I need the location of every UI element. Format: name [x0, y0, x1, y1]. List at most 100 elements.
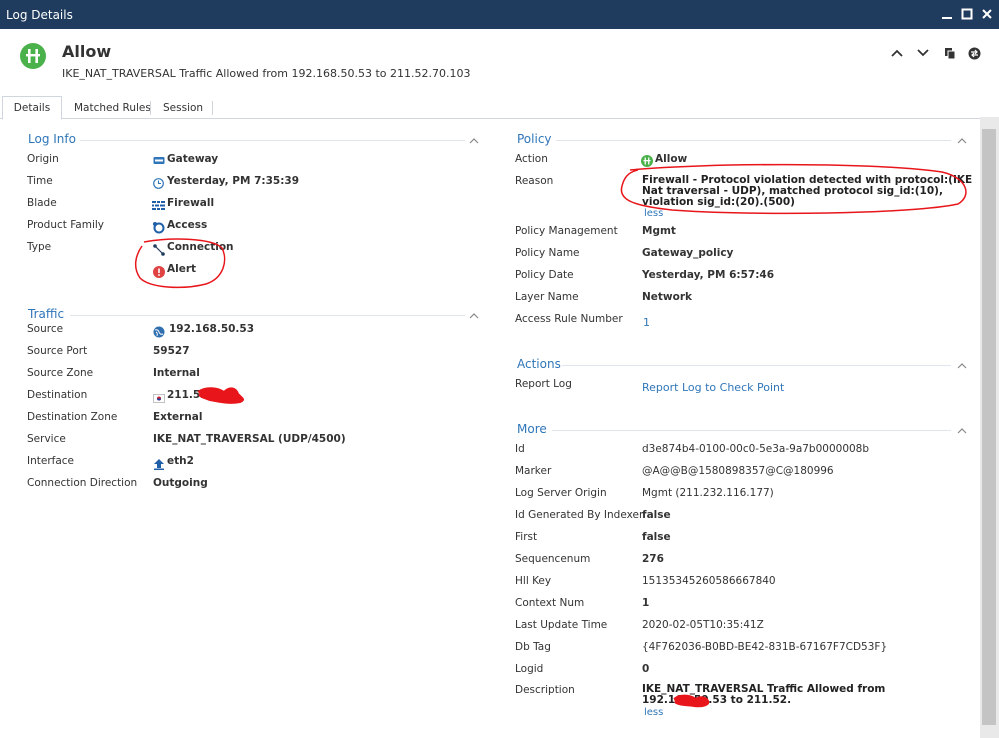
- field-value: 59527: [153, 345, 190, 357]
- field-value: d3e874b4-0100-00c0-5e3a-9a7b0000008b: [642, 443, 870, 455]
- field-value: Alert: [167, 263, 197, 275]
- close-icon[interactable]: [979, 6, 995, 22]
- field-value: Internal: [153, 367, 200, 379]
- field-label: Description: [515, 684, 575, 696]
- field-value: Gateway: [167, 153, 219, 165]
- collapse-icon[interactable]: [957, 425, 967, 434]
- field-value: @A@@B@1580898357@C@180996: [642, 465, 834, 477]
- field-value: Firewall: [167, 197, 215, 209]
- field-label: Hll Key: [515, 575, 552, 587]
- copy-icon[interactable]: [942, 45, 958, 61]
- field-value: Yesterday, PM 6:57:46: [642, 269, 775, 281]
- field-label: Interface: [27, 455, 75, 467]
- field-label: Policy Date: [515, 269, 574, 281]
- collapse-icon[interactable]: [957, 360, 967, 369]
- section-divider: [552, 430, 951, 431]
- field-label: Id: [515, 443, 525, 455]
- field-value: Mgmt: [642, 225, 676, 237]
- log-header: Allow IKE_NAT_TRAVERSAL Traffic Allowed …: [0, 29, 999, 89]
- page-subtitle: IKE_NAT_TRAVERSAL Traffic Allowed from 1…: [62, 67, 471, 80]
- section-title-more: More: [517, 422, 547, 436]
- vertical-scrollbar[interactable]: [980, 117, 999, 738]
- field-value: 192.168.50.53: [169, 323, 255, 335]
- field-value: Network: [642, 291, 693, 303]
- reason-value: Firewall - Protocol violation detected w…: [642, 174, 973, 208]
- section-divider: [556, 140, 951, 141]
- field-label: Reason: [515, 175, 554, 187]
- tab-divider: [150, 101, 151, 115]
- section-divider: [80, 140, 465, 141]
- tab-session[interactable]: Session: [163, 97, 203, 119]
- field-value: 0: [642, 663, 650, 675]
- section-divider: [562, 365, 951, 366]
- field-label: Source Port: [27, 345, 88, 357]
- window-titlebar: Log Details: [0, 0, 999, 29]
- field-label: Type: [27, 241, 52, 253]
- field-label: Sequencenum: [515, 553, 591, 565]
- field-label: Marker: [515, 465, 552, 477]
- field-value: External: [153, 411, 203, 423]
- scrollbar-thumb[interactable]: [982, 129, 996, 725]
- allow-small-icon: [641, 155, 653, 167]
- field-value: Yesterday, PM 7:35:39: [167, 175, 300, 187]
- collapse-icon[interactable]: [957, 135, 967, 144]
- field-label: Access Rule Number: [515, 313, 623, 325]
- collapse-icon[interactable]: [469, 310, 479, 319]
- field-value: 1: [642, 597, 650, 609]
- minimize-icon[interactable]: [939, 6, 955, 22]
- report-log-link[interactable]: Report Log to Check Point: [642, 381, 784, 394]
- collapse-icon[interactable]: [469, 135, 479, 144]
- field-value: Allow: [655, 153, 688, 165]
- chevron-up-icon[interactable]: [889, 45, 905, 61]
- field-label: Policy Management: [515, 225, 618, 237]
- field-value: 276: [642, 553, 664, 565]
- field-value: Connection: [167, 241, 234, 253]
- field-value: Gateway_policy: [642, 247, 734, 259]
- tab-matched-rules[interactable]: Matched Rules: [74, 97, 151, 119]
- field-label: Last Update Time: [515, 619, 608, 631]
- field-value: Mgmt (211.232.116.177): [642, 487, 774, 499]
- field-label: Context Num: [515, 597, 585, 609]
- section-title-traffic: Traffic: [28, 307, 65, 321]
- field-label: Connection Direction: [27, 477, 138, 489]
- description-less-link[interactable]: less: [644, 707, 663, 718]
- field-value: false: [642, 531, 671, 543]
- tab-divider: [212, 101, 213, 115]
- navigate-icon[interactable]: [966, 45, 982, 61]
- field-label: Action: [515, 153, 548, 165]
- chevron-down-icon[interactable]: [915, 45, 931, 61]
- gateway-icon: [153, 156, 165, 168]
- tab-bar: Details Matched Rules Session: [0, 93, 999, 120]
- page-title: Allow: [62, 42, 112, 61]
- field-value: 211.52: [167, 389, 208, 401]
- field-label: Service: [27, 433, 66, 445]
- field-value: 15135345260586667840: [642, 575, 776, 587]
- interface-arrow-icon: [153, 458, 165, 470]
- firewall-icon: [152, 200, 165, 212]
- section-divider: [70, 315, 465, 316]
- field-label: Source: [27, 323, 64, 335]
- section-title-policy: Policy: [517, 132, 552, 146]
- maximize-icon[interactable]: [959, 6, 975, 22]
- reason-less-link[interactable]: less: [644, 208, 663, 219]
- field-value: 2020-02-05T10:35:41Z: [642, 619, 764, 631]
- field-label: First: [515, 531, 538, 543]
- field-label: Blade: [27, 197, 57, 209]
- field-value: Access: [167, 219, 208, 231]
- field-label: Logid: [515, 663, 544, 675]
- section-title-log-info: Log Info: [28, 132, 76, 146]
- access-rule-link[interactable]: 1: [643, 316, 650, 329]
- field-value: false: [642, 509, 671, 521]
- alert-icon: [153, 266, 165, 278]
- field-value: IKE_NAT_TRAVERSAL (UDP/4500): [153, 433, 346, 445]
- globe-icon: [153, 326, 165, 338]
- field-label: Report Log: [515, 378, 572, 390]
- access-icon: [153, 222, 165, 234]
- flag-icon: [153, 393, 165, 403]
- field-label: Log Server Origin: [515, 487, 607, 499]
- clock-icon: [153, 178, 165, 190]
- field-label: Destination: [27, 389, 88, 401]
- field-label: Policy Name: [515, 247, 580, 259]
- tab-details[interactable]: Details: [2, 96, 62, 120]
- field-label: Layer Name: [515, 291, 579, 303]
